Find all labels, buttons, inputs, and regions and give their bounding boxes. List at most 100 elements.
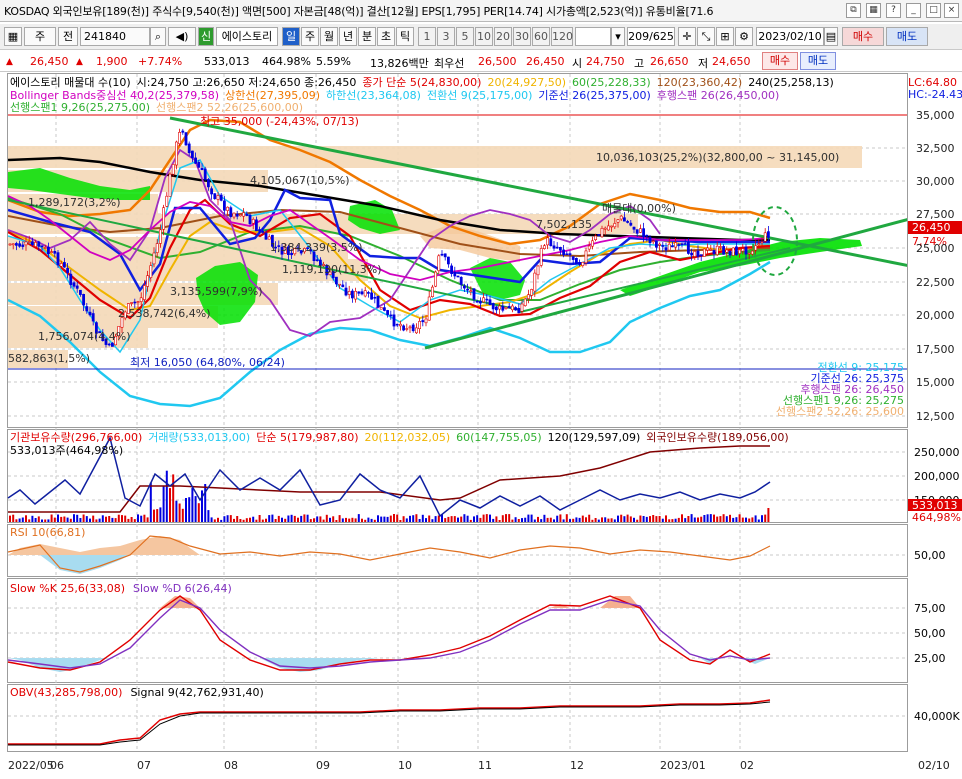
volume-bar — [556, 515, 559, 522]
maximize-icon[interactable]: □ — [926, 3, 941, 18]
period-mode-select[interactable]: 주 — [24, 27, 56, 46]
candle-body — [584, 250, 588, 264]
interval-20[interactable]: 20 — [494, 27, 512, 46]
candle-body — [709, 249, 713, 251]
candle-body — [248, 214, 252, 225]
volume-bar — [741, 517, 744, 522]
candle-body — [194, 157, 198, 164]
volume-bar — [636, 519, 639, 522]
x-axis-label: 02 — [740, 759, 754, 772]
volume-bar — [217, 517, 219, 522]
volume-bar — [21, 517, 24, 522]
crosshair-icon[interactable]: ✛ — [678, 27, 696, 46]
volume-bar — [434, 516, 437, 522]
volume-bar — [527, 514, 530, 522]
volume-bar — [239, 519, 242, 522]
stock-code-input[interactable]: 241840 — [80, 27, 150, 46]
chart-type-icon[interactable]: ⊞ — [716, 27, 734, 46]
volume-bar — [713, 514, 715, 522]
candle-body — [654, 241, 658, 248]
zoom-icon[interactable]: ⤡ — [697, 27, 715, 46]
volume-bar — [521, 518, 523, 522]
volume-bar — [751, 517, 754, 522]
volume-bar — [181, 508, 184, 522]
candle-body — [197, 162, 201, 168]
candle-body — [680, 243, 684, 245]
interval-3[interactable]: 3 — [437, 27, 455, 46]
candle-body — [187, 143, 191, 154]
volume-bar — [332, 516, 335, 522]
interval-60[interactable]: 60 — [532, 27, 550, 46]
interval-10[interactable]: 10 — [475, 27, 493, 46]
tab-period-2[interactable]: 월 — [320, 27, 338, 46]
candle-body — [171, 164, 175, 175]
close-icon[interactable]: × — [944, 3, 959, 18]
main-axis-label: 32,500 — [916, 142, 955, 155]
volume-bar — [9, 515, 11, 522]
chevron-down-icon[interactable]: ▾ — [611, 27, 625, 46]
candle-body — [462, 285, 466, 289]
volume-bar — [489, 514, 491, 522]
volume-bar — [562, 519, 565, 522]
candle-body — [613, 223, 617, 228]
volume-bar — [405, 518, 408, 522]
tab-period-0[interactable]: 일 — [282, 27, 300, 46]
volume-bar — [281, 517, 283, 522]
interval-120[interactable]: 120 — [551, 27, 573, 46]
candle-body — [485, 298, 489, 301]
candle-body — [411, 324, 415, 332]
volume-bar — [444, 518, 447, 522]
interval-30[interactable]: 30 — [513, 27, 531, 46]
candle-body — [88, 311, 92, 316]
interval-1[interactable]: 1 — [418, 27, 436, 46]
hc-label: HC:-24.43 — [908, 88, 962, 101]
search-icon[interactable]: ⌕ — [150, 27, 166, 46]
quote-high-label: 고 — [634, 57, 645, 70]
interval-5[interactable]: 5 — [456, 27, 474, 46]
candle-body — [728, 250, 732, 256]
tab-period-1[interactable]: 주 — [301, 27, 319, 46]
sell-button[interactable]: 매도 — [886, 27, 928, 46]
volume-bar — [300, 515, 303, 522]
volume-bar — [735, 517, 738, 522]
candle-body — [533, 272, 537, 292]
speaker-icon[interactable]: ◀) — [168, 27, 196, 46]
prev-button[interactable]: 전 — [58, 27, 78, 46]
quote-low: 24,650 — [712, 55, 751, 68]
candle-body — [498, 305, 502, 310]
chart-area[interactable]: 에이스토리 매물대 수(10) 시:24,750 고:26,650 저:24,65… — [0, 73, 962, 776]
candle-body — [440, 253, 444, 256]
date-field[interactable]: 2023/02/10 — [756, 27, 824, 46]
tab-period-5[interactable]: 초 — [377, 27, 395, 46]
tile-icon[interactable]: ▦ — [866, 3, 881, 18]
help-icon[interactable]: ? — [886, 3, 901, 18]
candle-body — [338, 283, 342, 286]
tab-period-4[interactable]: 분 — [358, 27, 376, 46]
candle-body — [245, 213, 249, 216]
volume-bar — [149, 482, 152, 522]
volume-bar — [575, 517, 578, 522]
interval-input[interactable] — [575, 27, 611, 46]
restore-icon[interactable]: ⧉ — [846, 3, 861, 18]
quick-sell-button[interactable]: 매도 — [800, 52, 836, 70]
volume-bar — [626, 514, 629, 522]
gear-icon[interactable]: ⚙ — [735, 27, 753, 46]
candle-body — [549, 238, 553, 247]
minimize-icon[interactable]: _ — [906, 3, 921, 18]
volume-bar — [213, 519, 216, 522]
quick-buy-button[interactable]: 매수 — [762, 52, 798, 70]
volume-bar — [76, 514, 79, 522]
candle-body — [664, 247, 668, 251]
tab-period-6[interactable]: 틱 — [396, 27, 414, 46]
buy-button[interactable]: 매수 — [842, 27, 884, 46]
candle-body — [213, 193, 217, 200]
grid-icon[interactable]: ▦ — [4, 27, 22, 46]
volume-tag-2: 464,98% — [912, 511, 961, 524]
calendar-icon[interactable]: ▤ — [824, 27, 838, 46]
candle-body — [386, 310, 390, 315]
stock-name-field[interactable]: 에이스토리 — [216, 27, 278, 46]
candle-body — [450, 265, 454, 274]
volume-bar — [677, 517, 680, 522]
tab-period-3[interactable]: 년 — [339, 27, 357, 46]
stoch-legend: Slow %K 25,6(33,08) Slow %D 6(26,44) — [10, 582, 232, 595]
